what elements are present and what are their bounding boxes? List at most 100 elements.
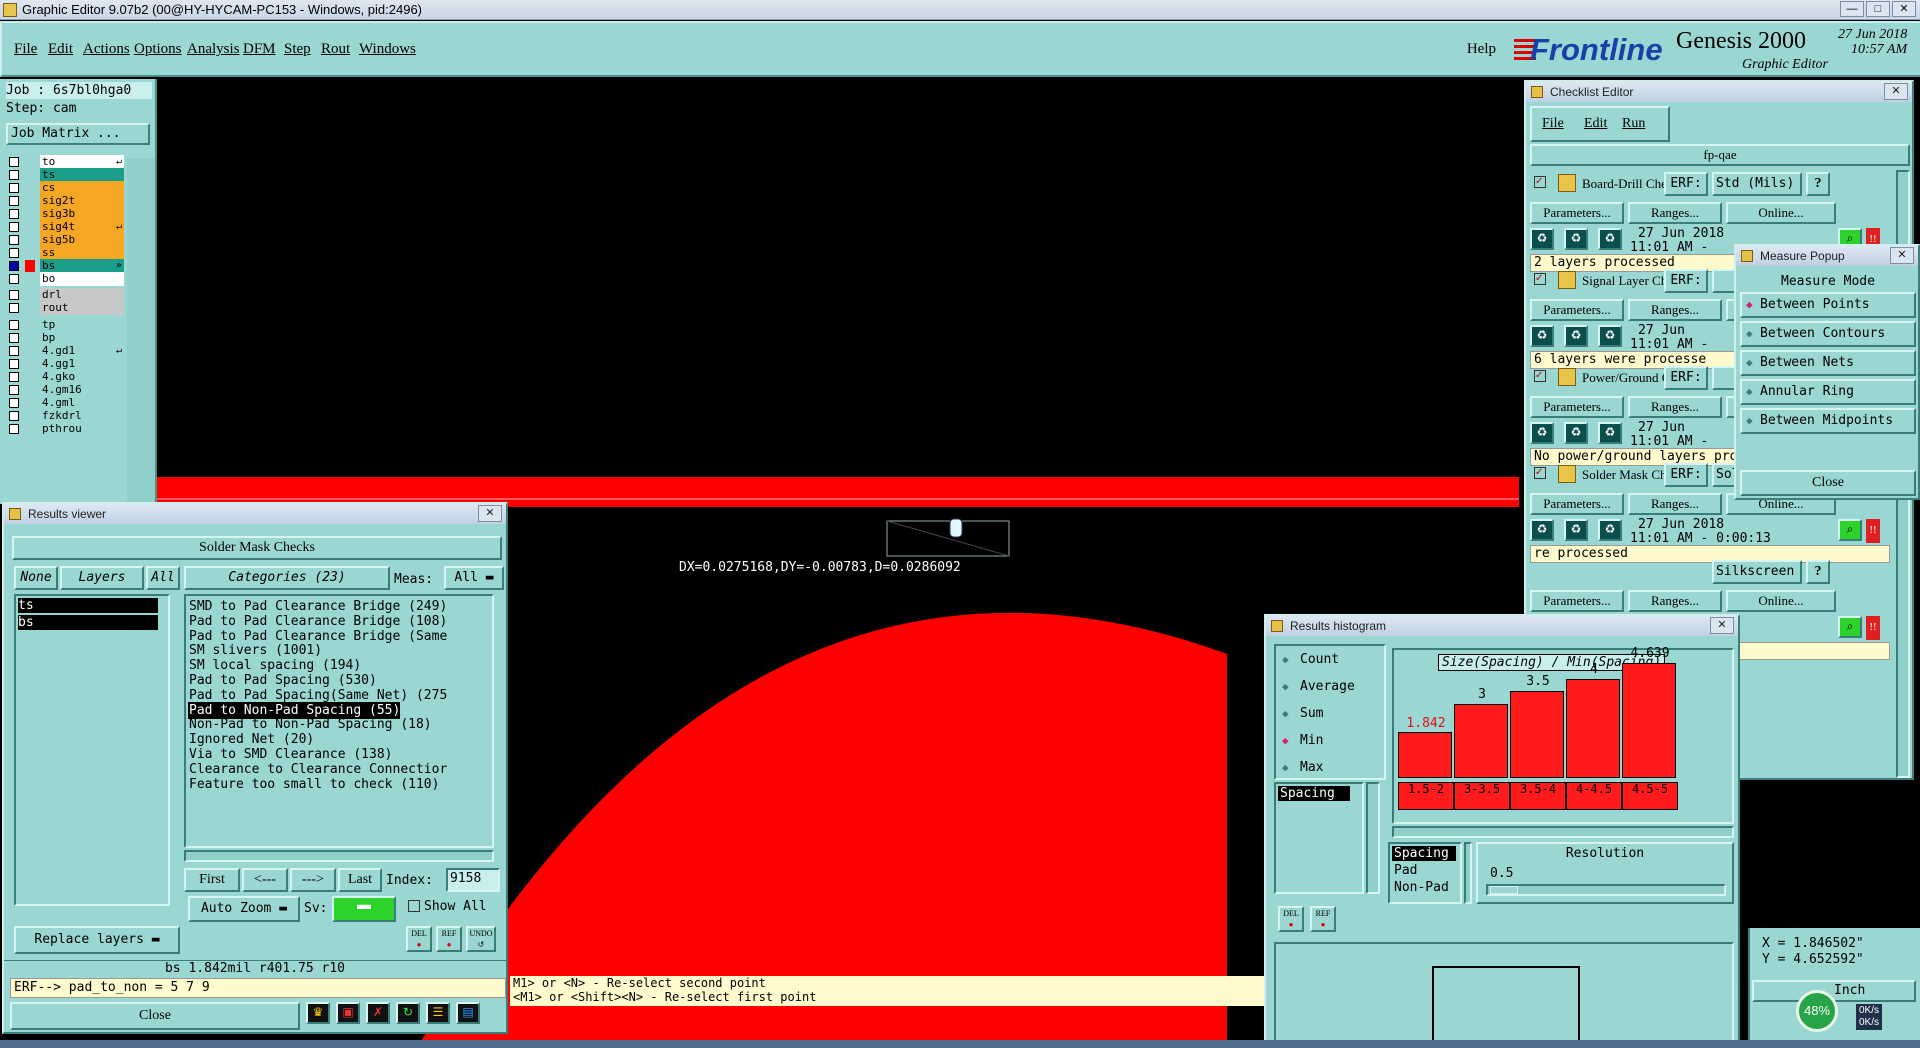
categories-list[interactable]: SMD to Pad Clearance Bridge (249) Pad to … [184, 594, 494, 848]
histogram-type-list[interactable]: Spacing Pad Non-Pad [1388, 842, 1462, 904]
layer-name[interactable]: 4.gm16 [40, 383, 124, 397]
menu-actions[interactable]: Actions [83, 41, 130, 58]
list-item[interactable]: ts [18, 598, 158, 613]
layer-checkbox[interactable] [9, 170, 19, 180]
layer-row[interactable]: sig4t ↵ [6, 220, 124, 234]
list-item[interactable]: Non-Pad [1392, 880, 1449, 895]
layer-row[interactable]: 4.gko [6, 370, 124, 384]
layer-checkbox[interactable] [9, 333, 19, 343]
run-icon[interactable]: ♻ [1530, 422, 1554, 444]
check-help-icon[interactable]: ? [1806, 560, 1830, 584]
run-all-icon[interactable]: ♻ [1598, 519, 1622, 541]
next-button[interactable]: ---> [290, 868, 336, 892]
results-close-button[interactable]: Close [10, 1002, 300, 1030]
show-all-checkbox[interactable] [408, 900, 420, 912]
ranges-button[interactable]: Ranges... [1628, 493, 1722, 515]
check-enable-checkbox[interactable]: ✓ [1534, 370, 1546, 382]
layer-row[interactable]: bp [6, 331, 124, 345]
layer-name[interactable]: bs» [40, 259, 124, 273]
parameters-button[interactable]: Parameters... [1530, 299, 1624, 321]
ranges-button[interactable]: Ranges... [1628, 299, 1722, 321]
histogram-attr-list[interactable]: Spacing [1274, 782, 1364, 894]
report-icon[interactable]: ☰ [426, 1002, 450, 1024]
run-step-icon[interactable]: ♻ [1564, 422, 1588, 444]
list-item[interactable]: bs [18, 615, 158, 630]
layer-name[interactable]: drl [40, 288, 124, 302]
del-button[interactable]: DEL ● [406, 926, 432, 952]
layer-name[interactable]: to ↵ [40, 155, 124, 169]
measure-option[interactable]: ◆ Between Nets [1740, 350, 1916, 376]
layer-name[interactable]: 4.gg1 [40, 357, 124, 371]
slider-thumb[interactable] [1490, 886, 1518, 894]
check-enable-checkbox[interactable]: ✓ [1534, 273, 1546, 285]
histogram-attr-scrollbar[interactable] [1366, 782, 1380, 894]
layer-row[interactable]: fzkdrl [6, 409, 124, 423]
histogram-bar[interactable] [1566, 679, 1620, 778]
job-matrix-button[interactable]: Job Matrix ... [6, 123, 150, 145]
run-all-icon[interactable]: ♻ [1598, 325, 1622, 347]
checklist-close-icon[interactable]: ✕ [1884, 83, 1908, 100]
layer-row[interactable]: ts [6, 168, 124, 182]
ref-button[interactable]: REF ● [436, 926, 462, 952]
layer-checkbox[interactable] [9, 346, 19, 356]
layer-name[interactable]: 4.gko [40, 370, 124, 384]
histogram-hscrollbar[interactable] [1392, 826, 1734, 838]
measure-option[interactable]: ◆ Between Contours [1740, 321, 1916, 347]
layer-checkbox[interactable] [9, 183, 19, 193]
measure-popup-close-icon[interactable]: ✕ [1890, 247, 1914, 264]
layer-row[interactable]: pthrou [6, 422, 124, 436]
layer-row[interactable]: sig3b [6, 207, 124, 221]
menu-options[interactable]: Options [134, 41, 182, 58]
menu-step[interactable]: Step [284, 41, 311, 58]
ranges-button[interactable]: Ranges... [1628, 590, 1722, 612]
histogram-mode-radio[interactable]: ◆ Count [1282, 652, 1339, 667]
layer-row[interactable]: 4.gml [6, 396, 124, 410]
check-enable-checkbox[interactable]: ✓ [1534, 467, 1546, 479]
layer-row[interactable]: ss [6, 246, 124, 260]
measure-option[interactable]: ◆ Between Midpoints [1740, 408, 1916, 434]
histogram-icon[interactable]: ▤ [456, 1002, 480, 1024]
parameters-button[interactable]: Parameters... [1530, 493, 1624, 515]
measure-option[interactable]: ◆ Annular Ring [1740, 379, 1916, 405]
online-button[interactable]: Online... [1726, 590, 1836, 612]
layer-row[interactable]: 4.gg1 [6, 357, 124, 371]
undo-button[interactable]: UNDO ↺ [466, 926, 496, 952]
layer-name[interactable]: cs [40, 181, 124, 195]
histogram-bar[interactable] [1622, 663, 1676, 778]
histogram-ref-button[interactable]: REF ● [1310, 906, 1336, 932]
histogram-mode-radio[interactable]: ◆ Min [1282, 733, 1323, 748]
checklist-menu-run[interactable]: Run [1622, 116, 1645, 132]
layer-checkbox[interactable] [9, 157, 19, 167]
layer-checkbox[interactable] [9, 274, 19, 284]
categories-hscrollbar[interactable] [184, 850, 494, 862]
menu-edit[interactable]: Edit [48, 41, 73, 58]
layer-checkbox[interactable] [9, 196, 19, 206]
layer-checkbox[interactable] [9, 290, 19, 300]
close-window-button[interactable]: ✕ [1892, 1, 1916, 17]
layer-checkbox[interactable] [9, 261, 19, 271]
measure-marker-icon[interactable] [949, 518, 963, 538]
category-item[interactable]: Feature too small to check (110) [188, 776, 439, 793]
layer-checkbox[interactable] [9, 385, 19, 395]
highlight-icon[interactable]: ♛ [306, 1002, 330, 1024]
check-error-icon[interactable]: !! [1866, 616, 1880, 640]
checklist-menu-file[interactable]: File [1542, 116, 1564, 132]
erf-select[interactable]: Silkscreen [1712, 560, 1802, 584]
histogram-mode-radio[interactable]: ◆ Max [1282, 760, 1323, 775]
zoom-results-icon[interactable]: ⌕ [1838, 616, 1862, 638]
erf-select[interactable]: Std (Mils) [1712, 172, 1802, 196]
layer-row[interactable]: bo [6, 272, 124, 286]
check-error-icon[interactable]: !! [1866, 519, 1880, 543]
layer-name[interactable]: 4.gml [40, 396, 124, 410]
minimize-button[interactable]: — [1840, 1, 1864, 17]
measure-close-button[interactable]: Close [1740, 470, 1916, 496]
menu-analysis[interactable]: Analysis [187, 41, 240, 58]
menu-rout[interactable]: Rout [321, 41, 350, 58]
prev-button[interactable]: <--- [242, 868, 288, 892]
layer-name[interactable]: rout [40, 301, 124, 315]
run-icon[interactable]: ♻ [1530, 519, 1554, 541]
layer-name[interactable]: pthrou [40, 422, 124, 436]
refresh-icon[interactable]: ↻ [396, 1002, 420, 1024]
parameters-button[interactable]: Parameters... [1530, 396, 1624, 418]
run-all-icon[interactable]: ♻ [1598, 422, 1622, 444]
